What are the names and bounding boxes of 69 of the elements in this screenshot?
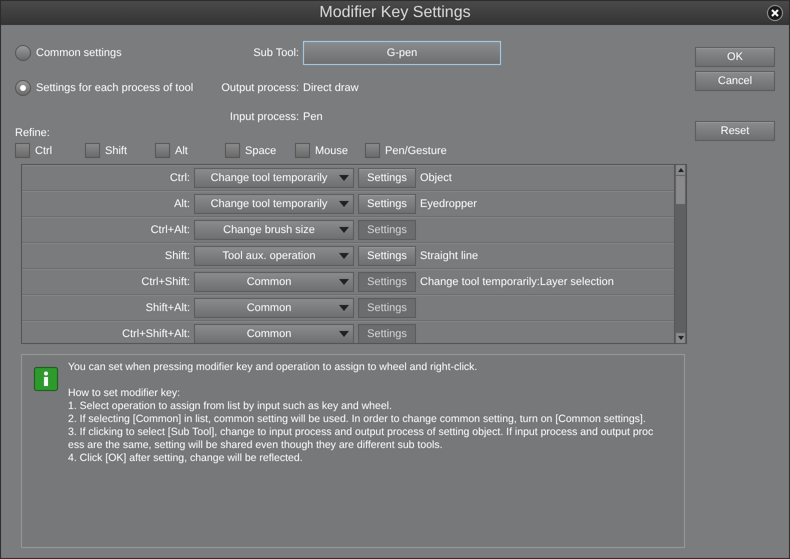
operation-dropdown[interactable]: Change brush size [194,220,354,240]
detail-text: Eyedropper [420,198,477,210]
caret-icon [339,175,349,181]
settings-button[interactable]: Settings [358,168,416,188]
radio-label: Settings for each process of tool [36,82,194,94]
close-button[interactable] [767,5,783,21]
refine-label: Refine: [15,127,51,139]
input-process-value: Pen [303,111,324,124]
info-text: How to set modifier key: [68,387,182,400]
scroll-thumb[interactable] [676,176,685,204]
checkbox[interactable] [365,143,380,158]
modifier-key-label: Shift+Alt: [144,302,191,314]
radio-button[interactable] [15,80,31,96]
dialog-button[interactable]: Cancel [695,71,775,91]
caret-icon [339,331,349,337]
checkbox-label: Mouse [315,144,348,156]
checkbox-label: Ctrl [35,144,52,156]
dialog-button[interactable]: Reset [695,121,775,141]
sub-tool-button[interactable]: G-pen [303,40,501,65]
info-text: 2. If selecting [Common] in list, common setting will be used. In order to change common setting, turn on [Common settings]. [68,413,647,426]
modifier-key-label: Ctrl+Shift: [140,276,191,288]
sub-tool-label: Sub Tool: [252,46,300,59]
operation-dropdown[interactable]: Common [194,298,354,318]
caret-icon [339,305,349,311]
operation-dropdown[interactable]: Change tool temporarily [194,168,354,188]
caret-icon [339,201,349,207]
info-text: 4. Click [OK] after setting, change will be reflected. [68,452,304,465]
detail-text: Straight line [420,250,478,262]
operation-dropdown[interactable]: Tool aux. operation [194,246,354,266]
scroll-up-icon[interactable] [678,168,684,172]
output-process-value: Direct draw [303,82,360,94]
checkbox[interactable] [225,143,240,158]
checkbox-label: Space [245,144,276,156]
window-title: Modifier Key Settings [319,4,471,22]
info-text: 1. Select operation to assign from list by input such as key and wheel. [68,400,393,413]
info-text: ess are the same, setting will be shared even though they are different sub tools. [68,439,444,452]
radio-button[interactable] [15,44,31,61]
modifier-key-label: Alt: [173,198,191,210]
scroll-down-icon[interactable] [678,336,684,340]
radio-label: Common settings [36,46,122,59]
close-icon [771,9,779,17]
settings-button[interactable]: Settings [358,246,416,266]
checkbox[interactable] [295,143,310,158]
operation-dropdown[interactable]: Change tool temporarily [194,194,354,214]
scrollbar[interactable] [674,165,686,343]
checkbox-label: Alt [175,144,188,156]
checkbox[interactable] [85,143,100,158]
operation-dropdown[interactable]: Common [194,272,354,292]
info-text: You can set when pressing modifier key and operation to assign to wheel and right-click. [68,361,478,374]
modifier-key-label: Ctrl: [168,172,191,184]
info-icon [34,367,58,391]
caret-icon [339,279,349,285]
settings-button[interactable]: Settings [358,194,416,214]
caret-icon [339,227,349,233]
modifier-key-label: Ctrl+Alt: [150,224,191,236]
info-text: 3. If clicking to select [Sub Tool], change to input process and output process of setting object. If input process and output proc [68,426,654,439]
checkbox-label: Pen/Gesture [385,144,447,156]
modifier-key-label: Shift: [164,250,191,262]
modifier-key-label: Ctrl+Shift+Alt: [121,328,191,340]
input-process-label: Input process: [228,111,300,124]
caret-icon [339,253,349,259]
checkbox[interactable] [15,143,30,158]
operation-dropdown[interactable]: Common [194,324,354,343]
detail-text: Object [420,172,452,184]
output-process-label: Output process: [220,82,300,94]
detail-text: Change tool temporarily:Layer selection [420,276,614,288]
checkbox-label: Shift [105,144,128,156]
dialog-button[interactable]: OK [695,47,775,67]
checkbox[interactable] [155,143,170,158]
